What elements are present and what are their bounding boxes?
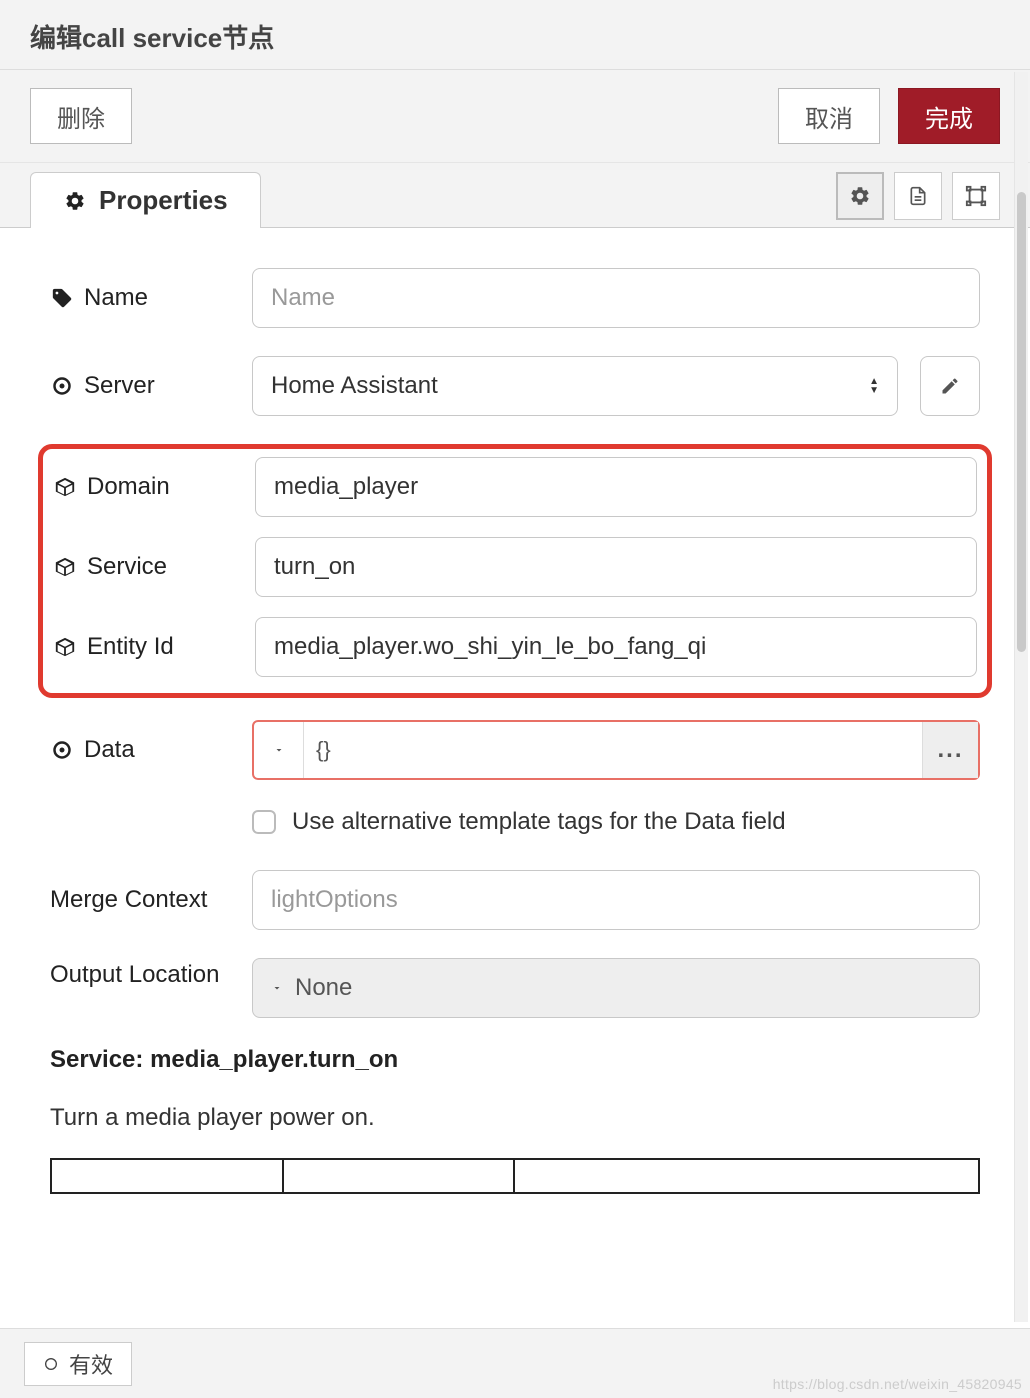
service-doc: Service: media_player.turn_on Turn a med… bbox=[50, 1046, 980, 1194]
select-arrows-icon: ▲▼ bbox=[869, 377, 879, 395]
merge-context-label: Merge Context bbox=[50, 886, 207, 914]
server-label: Server bbox=[84, 372, 155, 400]
domain-input[interactable] bbox=[255, 457, 977, 517]
tab-bar: Properties bbox=[0, 163, 1030, 228]
merge-context-input[interactable] bbox=[252, 870, 980, 930]
caret-down-icon bbox=[271, 982, 283, 994]
data-label: Data bbox=[84, 736, 135, 764]
delete-button[interactable]: 删除 bbox=[30, 88, 132, 144]
settings-tab-button[interactable] bbox=[836, 172, 884, 220]
gear-icon bbox=[849, 185, 871, 207]
gear-icon bbox=[63, 189, 87, 213]
status-button[interactable]: 有效 bbox=[24, 1342, 132, 1386]
server-select[interactable]: Home Assistant ▲▼ bbox=[252, 356, 898, 416]
tab-properties-label: Properties bbox=[99, 185, 228, 216]
layout-icon bbox=[965, 185, 987, 207]
properties-form: Name Server Home Assistant ▲▼ Domain bbox=[0, 228, 1030, 1330]
cube-icon bbox=[53, 475, 77, 499]
alt-template-label: Use alternative template tags for the Da… bbox=[292, 808, 786, 836]
document-icon bbox=[908, 185, 928, 207]
done-button[interactable]: 完成 bbox=[898, 88, 1000, 144]
alt-template-checkbox[interactable] bbox=[252, 810, 276, 834]
domain-label: Domain bbox=[87, 473, 170, 501]
action-bar: 删除 取消 完成 bbox=[0, 70, 1030, 163]
name-input[interactable] bbox=[252, 268, 980, 328]
output-location-select[interactable]: None bbox=[252, 958, 980, 1018]
output-location-label: Output Location bbox=[50, 958, 219, 992]
tab-properties[interactable]: Properties bbox=[30, 172, 261, 228]
service-doc-heading: Service: media_player.turn_on bbox=[50, 1046, 980, 1074]
output-location-value: None bbox=[295, 974, 352, 1002]
service-doc-table bbox=[50, 1158, 980, 1194]
data-typed-input[interactable]: {} ... bbox=[252, 720, 980, 780]
pencil-icon bbox=[940, 376, 960, 396]
docs-tab-button[interactable] bbox=[894, 172, 942, 220]
cube-icon bbox=[53, 555, 77, 579]
entity-id-input[interactable] bbox=[255, 617, 977, 677]
server-edit-button[interactable] bbox=[920, 356, 980, 416]
name-label: Name bbox=[84, 284, 148, 312]
vertical-scrollbar[interactable] bbox=[1014, 72, 1028, 1322]
server-select-value: Home Assistant bbox=[271, 372, 438, 400]
dialog-title: 编辑call service节点 bbox=[0, 0, 1030, 70]
circle-icon bbox=[43, 1356, 59, 1372]
scrollbar-thumb[interactable] bbox=[1017, 192, 1026, 652]
service-doc-description: Turn a media player power on. bbox=[50, 1104, 980, 1132]
cancel-button[interactable]: 取消 bbox=[778, 88, 880, 144]
target-icon bbox=[50, 738, 74, 762]
data-expand-button[interactable]: ... bbox=[922, 722, 978, 778]
highlighted-fields: Domain Service Entity Id bbox=[38, 444, 992, 698]
entity-id-label: Entity Id bbox=[87, 633, 174, 661]
appearance-tab-button[interactable] bbox=[952, 172, 1000, 220]
caret-down-icon bbox=[273, 744, 285, 756]
status-label: 有效 bbox=[69, 1348, 113, 1380]
data-type-selector[interactable] bbox=[254, 722, 304, 778]
service-input[interactable] bbox=[255, 537, 977, 597]
cube-icon bbox=[53, 635, 77, 659]
target-icon bbox=[50, 374, 74, 398]
service-label: Service bbox=[87, 553, 167, 581]
tag-icon bbox=[50, 286, 74, 310]
data-type-hint: {} bbox=[304, 737, 922, 763]
watermark-text: https://blog.csdn.net/weixin_45820945 bbox=[773, 1376, 1022, 1392]
